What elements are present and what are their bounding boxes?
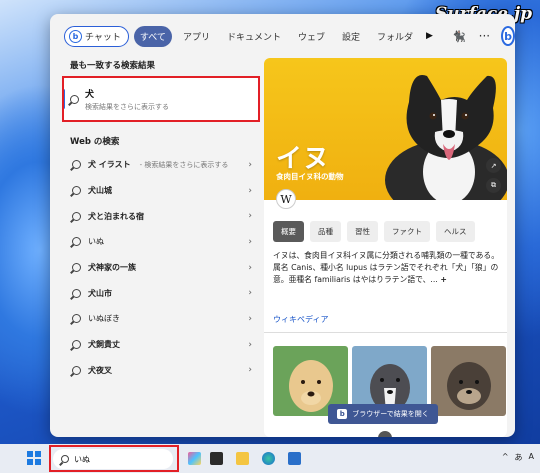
tab-apps[interactable]: アプリ	[177, 26, 216, 47]
chevron-right-icon: ›	[248, 365, 252, 376]
ime-indicator[interactable]: あ	[515, 452, 523, 463]
more-options-icon[interactable]: ···	[479, 29, 490, 43]
edge-icon[interactable]	[262, 452, 275, 465]
gallery-image[interactable]	[431, 346, 506, 416]
chevron-right-icon: ›	[248, 262, 252, 273]
scroll-down-icon[interactable]	[378, 431, 392, 437]
divider	[264, 332, 507, 333]
web-result-item[interactable]: 犬神家の一族 ›	[62, 255, 260, 281]
knowledge-panel: イヌ 食肉目イヌ科の動物 ↗ ⧉ W 概要 品種 習性 ファクト ヘルス イヌは…	[264, 58, 507, 437]
hero-banner: イヌ 食肉目イヌ科の動物 ↗ ⧉	[264, 58, 507, 200]
hero-subtitle: 食肉目イヌ科の動物	[276, 172, 344, 181]
web-result-text: 犬と泊まれる宿	[88, 211, 144, 221]
web-result-text: いぬ	[88, 237, 104, 247]
best-match-heading: 最も一致する検索結果	[70, 61, 156, 71]
chevron-right-icon: ›	[248, 236, 252, 247]
chip-habits[interactable]: 習性	[347, 221, 378, 242]
bing-chat-icon[interactable]: b	[501, 26, 515, 46]
bing-icon: b	[337, 409, 348, 419]
web-result-text: 犬神家の一族	[88, 263, 136, 273]
windows-search-panel: b チャット すべて アプリ ドキュメント ウェブ 設定 フォルダ ▶ 🐈‍⬛ …	[50, 14, 515, 437]
tab-folders[interactable]: フォルダ	[371, 26, 419, 47]
chip-health[interactable]: ヘルス	[436, 221, 475, 242]
web-result-item[interactable]: いぬ ›	[62, 229, 260, 255]
web-result-text: 犬山城	[88, 186, 112, 196]
description-block: イヌは、食肉目イヌ科イヌ属に分類される哺乳類の一種である。属名 Canis、種小…	[273, 250, 503, 286]
tab-documents[interactable]: ドキュメント	[221, 26, 287, 47]
web-result-item[interactable]: 犬山城 ›	[62, 178, 260, 204]
bing-icon: b	[69, 29, 82, 43]
wikipedia-logo: W	[276, 189, 296, 209]
chevron-right-icon: ›	[248, 313, 252, 324]
web-result-item[interactable]: 犬夜叉 ›	[62, 358, 260, 384]
web-result-item[interactable]: いぬぼき ›	[62, 306, 260, 332]
file-explorer-icon[interactable]	[236, 452, 249, 465]
web-result-item[interactable]: 犬飼貴丈 ›	[62, 332, 260, 358]
chevron-right-icon: ›	[248, 339, 252, 350]
web-result-text: 犬山市	[88, 288, 112, 298]
cat-profile-icon[interactable]: 🐈‍⬛	[452, 30, 466, 43]
chevron-right-icon: ›	[248, 159, 252, 170]
chevron-right-icon: ›	[248, 211, 252, 222]
description-text: イヌは、食肉目イヌ科イヌ属に分類される哺乳類の一種である。属名 Canis、種小…	[273, 251, 500, 284]
search-icon	[72, 365, 81, 375]
topic-chips: 概要 品種 習性 ファクト ヘルス	[273, 221, 475, 242]
search-icon	[72, 211, 81, 221]
chip-overview[interactable]: 概要	[273, 221, 304, 242]
web-result-text: 犬 イラスト	[88, 160, 131, 170]
copilot-icon[interactable]	[188, 452, 201, 465]
search-filter-tabs: b チャット すべて アプリ ドキュメント ウェブ 設定 フォルダ ▶ 🐈‍⬛ …	[50, 14, 515, 58]
hero-title: イヌ	[276, 144, 331, 174]
dog-photo	[385, 75, 507, 200]
tray-chevron-icon[interactable]: ^	[502, 452, 509, 463]
search-icon	[72, 263, 81, 273]
web-result-sub: - 検索結果をさらに表示する	[139, 160, 229, 169]
highlight-box	[49, 445, 179, 472]
search-icon	[72, 288, 81, 298]
chip-facts[interactable]: ファクト	[384, 221, 430, 242]
windows-start-icon[interactable]	[27, 451, 41, 465]
tab-settings[interactable]: 設定	[336, 26, 366, 47]
web-result-text: 犬夜叉	[88, 365, 112, 375]
ime-mode-indicator[interactable]: A	[529, 452, 534, 463]
expand-more-icon[interactable]: +	[440, 275, 447, 284]
highlight-box	[62, 76, 260, 122]
task-view-icon[interactable]	[210, 452, 223, 465]
web-result-item[interactable]: 犬山市 ›	[62, 280, 260, 306]
chevron-right-icon: ›	[248, 288, 252, 299]
open-in-browser-label: ブラウザーで結果を開く	[352, 410, 429, 418]
system-tray: ^ あ A	[502, 452, 534, 463]
share-icon[interactable]: ↗	[486, 158, 501, 173]
tab-chat-label: チャット	[85, 32, 121, 43]
web-result-text: 犬飼貴丈	[88, 340, 120, 350]
chip-breeds[interactable]: 品種	[310, 221, 341, 242]
store-icon[interactable]	[288, 452, 301, 465]
search-icon	[72, 160, 81, 170]
web-search-heading: Web の検索	[70, 137, 120, 147]
more-tabs-arrow-icon[interactable]: ▶	[426, 31, 433, 41]
web-result-item[interactable]: 犬と泊まれる宿 ›	[62, 203, 260, 229]
open-in-browser-button[interactable]: b ブラウザーで結果を開く	[328, 404, 438, 424]
search-icon	[72, 314, 81, 324]
web-result-item[interactable]: 犬 イラスト - 検索結果をさらに表示する ›	[62, 152, 260, 178]
copy-icon[interactable]: ⧉	[486, 178, 501, 193]
tab-all[interactable]: すべて	[133, 25, 172, 47]
tab-chat[interactable]: b チャット	[64, 25, 129, 47]
tab-web[interactable]: ウェブ	[292, 26, 331, 47]
web-result-text: いぬぼき	[88, 314, 120, 324]
web-results-list: 犬 イラスト - 検索結果をさらに表示する › 犬山城 › 犬と泊まれる宿 › い…	[62, 152, 260, 383]
chevron-right-icon: ›	[248, 185, 252, 196]
wikipedia-link[interactable]: ウィキペディア	[273, 314, 328, 325]
search-icon	[72, 340, 81, 350]
search-icon	[72, 186, 81, 196]
search-icon	[72, 237, 81, 247]
